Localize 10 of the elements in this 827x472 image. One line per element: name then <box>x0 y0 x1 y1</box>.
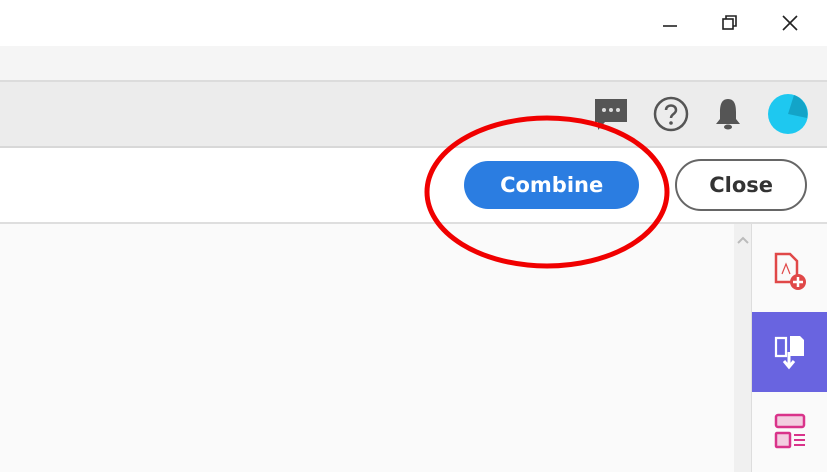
close-icon[interactable] <box>781 14 799 32</box>
tool-item[interactable] <box>752 312 827 392</box>
close-button[interactable]: Close <box>675 159 807 211</box>
pdf-add-icon <box>772 252 806 292</box>
help-icon[interactable] <box>653 96 689 132</box>
bell-icon[interactable] <box>713 96 743 132</box>
combine-button[interactable]: Combine <box>464 161 640 209</box>
restore-icon[interactable] <box>721 14 739 32</box>
scrollbar[interactable] <box>734 224 752 472</box>
chat-icon[interactable] <box>593 96 629 132</box>
